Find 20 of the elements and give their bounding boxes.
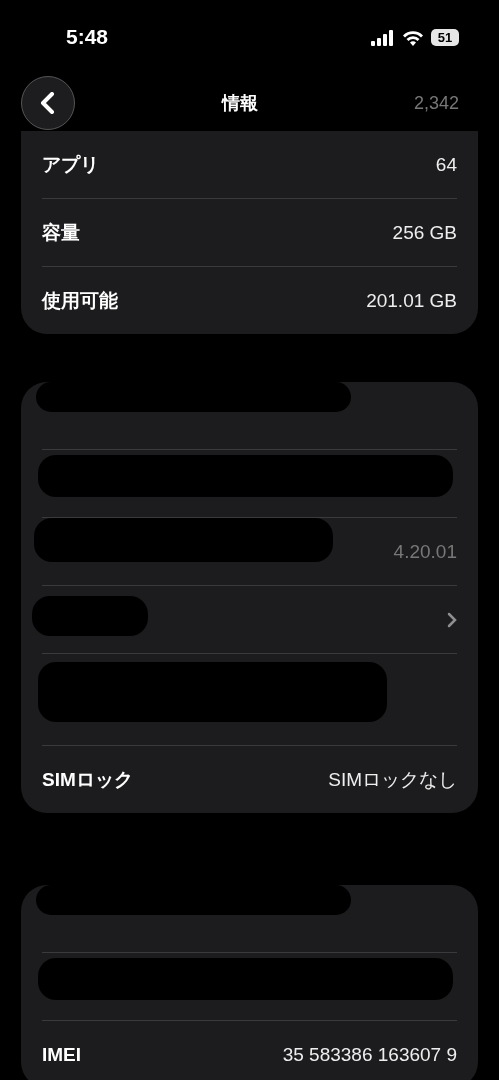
back-button[interactable] bbox=[21, 76, 75, 130]
signal-icon bbox=[371, 29, 395, 46]
row-label: 容量 bbox=[42, 220, 80, 245]
back-icon bbox=[40, 92, 56, 114]
row-label: 使用可能 bbox=[42, 288, 118, 313]
row-value: 201.01 GB bbox=[366, 289, 457, 312]
row-value: SIMロックなし bbox=[328, 767, 457, 792]
row-value: 64 bbox=[435, 153, 457, 176]
row-label: アプリ bbox=[42, 152, 99, 177]
battery-indicator: 51 bbox=[431, 29, 459, 46]
clock-time: 5:48 bbox=[66, 24, 109, 49]
page-title: 情報 bbox=[222, 92, 258, 115]
chevron-icon bbox=[447, 611, 457, 628]
row-value: 4.20.01 bbox=[393, 540, 457, 563]
row-value: 256 GB bbox=[392, 221, 457, 244]
hidden-value: 2,342 bbox=[413, 92, 459, 114]
row-label: IMEI bbox=[42, 1043, 82, 1066]
row-value: 35 583386 163607 9 bbox=[282, 1043, 457, 1066]
row-label: SIMロック bbox=[42, 767, 133, 792]
wifi-icon bbox=[402, 29, 424, 46]
